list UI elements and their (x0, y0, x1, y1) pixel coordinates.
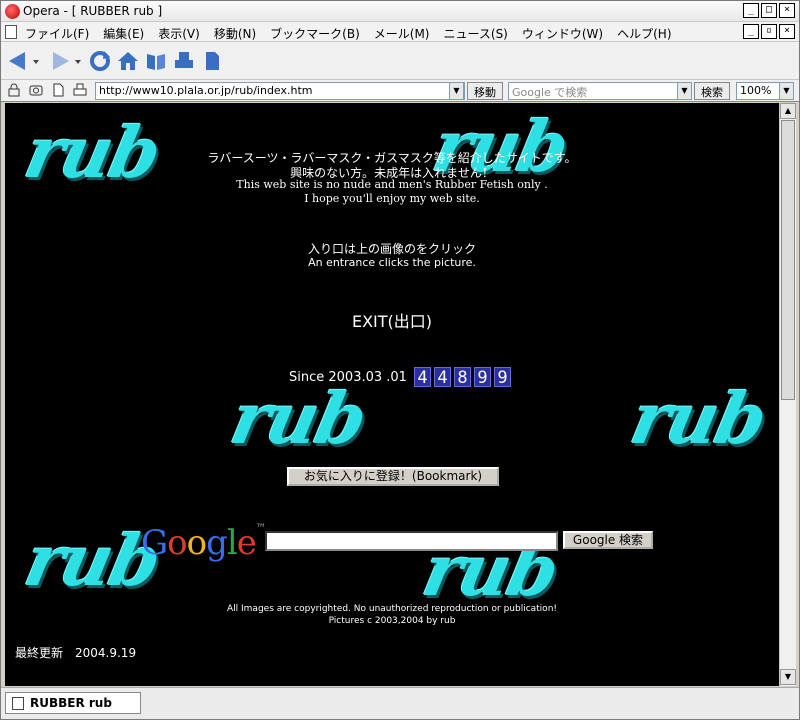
page-icon (12, 697, 24, 710)
google-search-button[interactable]: Google 検索 (563, 531, 653, 549)
page-info-icon[interactable] (51, 83, 65, 97)
back-icon[interactable] (7, 50, 29, 72)
new-page-icon[interactable] (201, 50, 223, 72)
menu-file[interactable]: ファイル(F) (25, 25, 89, 42)
menu-view[interactable]: 表示(V) (158, 25, 200, 42)
since-text: Since 2003.03 .01 (289, 369, 407, 385)
counter-digit: 4 (413, 367, 431, 388)
scroll-up-icon[interactable]: ▲ (780, 103, 796, 119)
intro-text-en-2: I hope you'll enjoy my web site. (304, 192, 480, 205)
tab-rubber-rub[interactable]: RUBBER rub (5, 692, 141, 714)
menu-help[interactable]: ヘルプ(H) (617, 25, 671, 42)
scroll-thumb[interactable] (781, 120, 795, 400)
mdi-controls: _ ▫ × (743, 24, 795, 39)
rub-logo[interactable]: rub (624, 377, 772, 460)
window-controls: _ □ × (743, 3, 795, 18)
last-updated: 最終更新 2004.9.19 (15, 646, 137, 660)
entrance-text-jp: 入り口は上の画像のをクリック (307, 242, 476, 256)
address-input[interactable]: http://www10.plala.or.jp/rub/index.htm (95, 82, 465, 100)
copyright-text-2: Pictures c 2003,2004 by rub (328, 616, 456, 626)
browser-window: Opera - [ RUBBER rub ] _ □ × ファイル(F) 編集(… (0, 0, 800, 720)
lock-icon[interactable] (7, 83, 21, 97)
menu-bar: ファイル(F) 編集(E) 表示(V) 移動(N) ブックマーク(B) メール(… (1, 22, 799, 42)
mdi-minimize-button[interactable]: _ (743, 24, 759, 39)
menu-edit[interactable]: 編集(E) (103, 25, 144, 42)
go-button[interactable]: 移動 (467, 82, 503, 100)
counter-digit: 8 (453, 367, 471, 388)
counter-digit: 9 (473, 367, 491, 388)
intro-text-en-1: This web site is no nude and men's Rubbe… (236, 178, 548, 191)
search-input[interactable]: Google で検索 (508, 82, 680, 100)
maximize-button[interactable]: □ (761, 3, 777, 18)
print-small-icon[interactable] (73, 83, 87, 97)
tab-label: RUBBER rub (30, 696, 112, 710)
vertical-scrollbar[interactable]: ▲ ▼ (779, 103, 796, 686)
title-bar: Opera - [ RUBBER rub ] _ □ × (1, 1, 799, 22)
window-title: Opera - [ RUBBER rub ] (23, 4, 163, 18)
address-toolbar: http://www10.plala.or.jp/rub/index.htm ▼… (1, 80, 799, 102)
copyright-text-1: All Images are copyrighted. No unauthori… (226, 604, 558, 614)
counter-digit: 4 (433, 367, 451, 388)
menu-window[interactable]: ウィンドウ(W) (522, 25, 603, 42)
address-dropdown-icon[interactable]: ▼ (449, 82, 464, 100)
exit-link[interactable]: EXIT(出口) (5, 308, 779, 332)
menu-items: ファイル(F) 編集(E) 表示(V) 移動(N) ブックマーク(B) メール(… (25, 25, 672, 42)
menu-news[interactable]: ニュース(S) (443, 25, 507, 42)
back-dropdown-icon[interactable] (31, 50, 41, 72)
menu-bookmarks[interactable]: ブックマーク(B) (270, 25, 360, 42)
document-icon (5, 25, 17, 39)
forward-dropdown-icon[interactable] (73, 50, 83, 72)
navigation-toolbar (1, 42, 799, 80)
menu-mail[interactable]: メール(M) (374, 25, 430, 42)
mdi-restore-button[interactable]: ▫ (761, 24, 777, 39)
google-search-input[interactable] (265, 531, 558, 551)
opera-logo-icon (5, 4, 20, 19)
rub-logo[interactable]: rub (224, 377, 372, 460)
mdi-close-button[interactable]: × (779, 24, 795, 39)
tab-bar: RUBBER rub (1, 687, 799, 719)
wand-icon[interactable] (29, 83, 43, 97)
counter-digit: 9 (493, 367, 511, 388)
home-icon[interactable] (117, 50, 139, 72)
page-content: rub rub rub rub rub rub ラバースーツ・ラバーマスク・ガス… (5, 103, 779, 686)
menu-navigation[interactable]: 移動(N) (214, 25, 256, 42)
zoom-dropdown-icon[interactable]: ▼ (779, 82, 794, 100)
access-counter: Since 2003.03 .01 4 4 8 9 9 (289, 367, 511, 388)
close-button[interactable]: × (779, 3, 795, 18)
scroll-down-icon[interactable]: ▼ (780, 669, 796, 685)
search-button[interactable]: 検索 (694, 82, 730, 100)
minimize-button[interactable]: _ (743, 3, 759, 18)
reload-icon[interactable] (89, 50, 111, 72)
forward-icon[interactable] (49, 50, 71, 72)
google-logo: Google™ (141, 523, 266, 563)
zoom-field[interactable]: 100% (736, 82, 780, 100)
google-trademark: ™ (255, 523, 266, 534)
entrance-text-en: An entrance clicks the picture. (308, 256, 476, 269)
hotlist-icon[interactable] (145, 50, 167, 72)
print-icon[interactable] (173, 50, 195, 72)
bookmark-button[interactable]: お気に入りに登録！(Bookmark) (287, 467, 499, 486)
search-dropdown-icon[interactable]: ▼ (677, 82, 692, 100)
